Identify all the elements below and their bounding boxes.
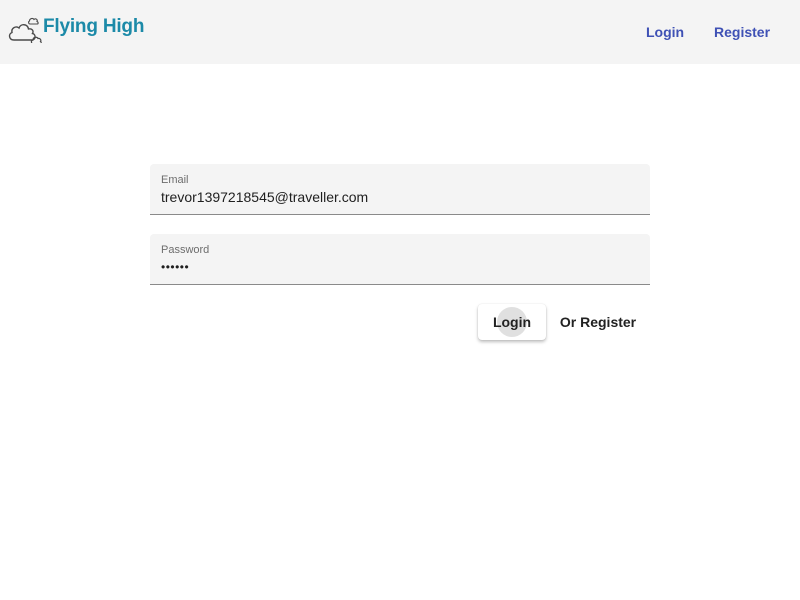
password-label: Password (161, 244, 210, 256)
nav-login-link[interactable]: Login (646, 24, 684, 40)
nav-register-link[interactable]: Register (714, 24, 770, 40)
brand-name: Flying High (43, 16, 145, 37)
register-button[interactable]: Or Register (552, 304, 644, 340)
email-field[interactable]: Email trevor1397218545@traveller.com (150, 164, 650, 215)
password-input-value[interactable]: •••••• (161, 260, 189, 274)
password-field[interactable]: Password •••••• (150, 234, 650, 285)
cloud-logo-icon (6, 11, 42, 43)
login-button[interactable]: Login (478, 304, 546, 340)
email-label: Email (161, 174, 189, 186)
brand-logo[interactable]: Flying High (6, 10, 144, 44)
login-button-label: Login (492, 314, 532, 330)
top-app-bar: Flying High Login Register (0, 0, 800, 64)
email-input-value[interactable]: trevor1397218545@traveller.com (161, 189, 368, 205)
